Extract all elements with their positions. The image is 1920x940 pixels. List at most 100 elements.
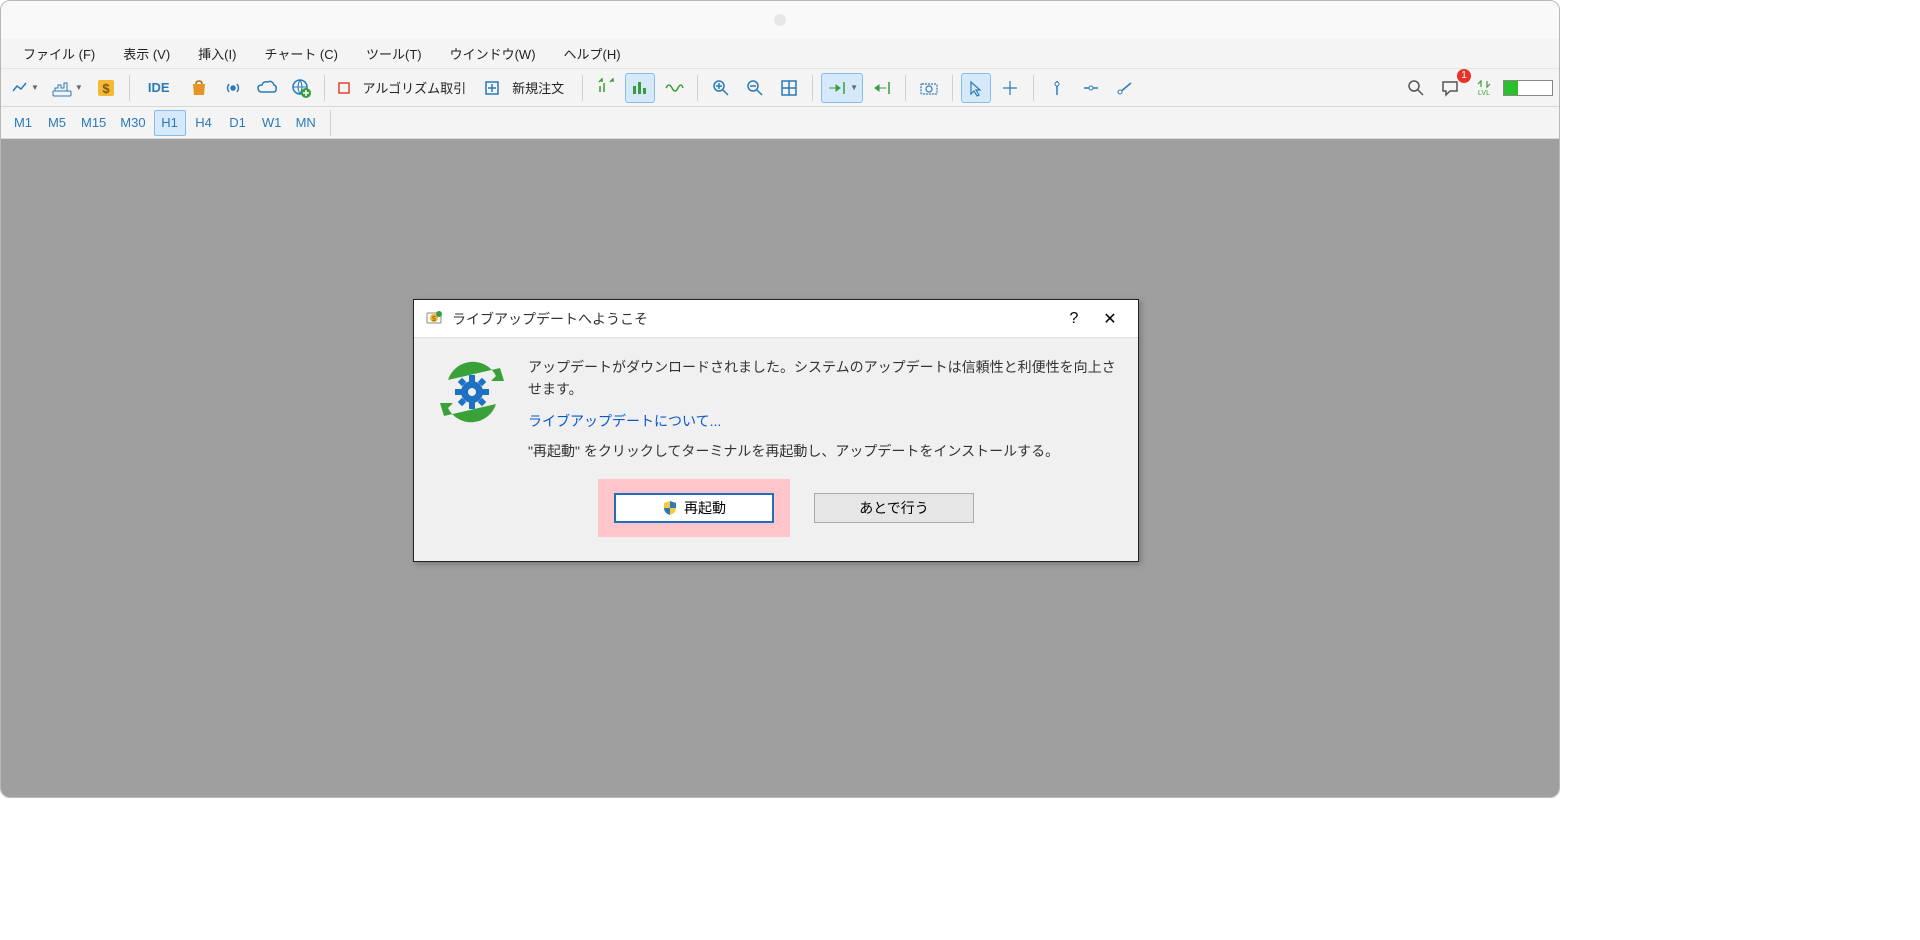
zoom-out-button[interactable] bbox=[740, 73, 770, 103]
vertical-line-button[interactable] bbox=[1042, 73, 1072, 103]
dialog-message: アップデートがダウンロードされました。システムのアップデートは信頼性と利便性を向… bbox=[528, 356, 1116, 401]
chart-shift-button[interactable] bbox=[867, 73, 897, 103]
auto-scroll-button[interactable]: ▼ bbox=[821, 73, 863, 103]
menu-help[interactable]: ヘルプ(H) bbox=[550, 40, 635, 67]
menu-chart[interactable]: チャート (C) bbox=[250, 40, 352, 67]
screenshot-button[interactable] bbox=[914, 73, 944, 103]
zoom-out-icon bbox=[745, 78, 765, 98]
toolbar-separator bbox=[812, 75, 813, 101]
later-button-label: あとで行う bbox=[859, 498, 929, 518]
shopping-bag-icon bbox=[189, 78, 209, 98]
dollar-button[interactable]: $ bbox=[91, 73, 121, 103]
horizontal-line-button[interactable] bbox=[1076, 73, 1106, 103]
stop-icon bbox=[337, 81, 351, 95]
new-order-icon bbox=[484, 80, 500, 96]
svg-text:$: $ bbox=[102, 81, 110, 96]
toolbar-separator bbox=[330, 110, 331, 136]
globe-plus-icon bbox=[290, 77, 312, 99]
dialog-titlebar: $ ライブアップデートへようこそ ? ✕ bbox=[414, 300, 1138, 338]
crosshair-icon bbox=[1001, 79, 1019, 97]
trendline-button[interactable] bbox=[1110, 73, 1140, 103]
dialog-instruction: "再起動" をクリックしてターミナルを再起動し、アップデートをインストールする。 bbox=[528, 441, 1116, 461]
dialog-body: アップデートがダウンロードされました。システムのアップデートは信頼性と利便性を向… bbox=[414, 338, 1138, 561]
menu-tools[interactable]: ツール(T) bbox=[352, 40, 436, 67]
shift-chart-icon bbox=[596, 78, 616, 98]
new-order-button[interactable]: 新規注文 bbox=[480, 73, 574, 103]
menu-insert[interactable]: 挿入(I) bbox=[184, 40, 250, 67]
wave-icon bbox=[664, 78, 684, 98]
oscillator-button[interactable] bbox=[659, 73, 689, 103]
toolbar-separator bbox=[697, 75, 698, 101]
toolbar-separator bbox=[324, 75, 325, 101]
toolbar-separator bbox=[582, 75, 583, 101]
shift-chart-button[interactable] bbox=[591, 73, 621, 103]
signal-button[interactable] bbox=[218, 73, 248, 103]
timeframe-d1[interactable]: D1 bbox=[222, 110, 254, 136]
timeframe-m30[interactable]: M30 bbox=[114, 110, 151, 136]
timeframe-bar: M1 M5 M15 M30 H1 H4 D1 W1 MN bbox=[1, 107, 1559, 139]
toolbar-separator bbox=[129, 75, 130, 101]
restart-button[interactable]: 再起動 bbox=[614, 493, 774, 523]
chart-line-button[interactable]: ▼ bbox=[7, 73, 43, 103]
chart-candlestick-button[interactable]: ▼ bbox=[47, 73, 87, 103]
camera-icon bbox=[918, 78, 940, 98]
app-icon: $ bbox=[424, 309, 444, 329]
level-indicator: LVL bbox=[1469, 73, 1499, 103]
vertical-line-icon bbox=[1048, 79, 1066, 97]
window-titlebar bbox=[1, 1, 1559, 39]
timeframe-m15[interactable]: M15 bbox=[75, 110, 112, 136]
restart-button-highlight: 再起動 bbox=[598, 479, 790, 537]
trendline-icon bbox=[1116, 79, 1134, 97]
search-button[interactable] bbox=[1401, 73, 1431, 103]
timeframe-h4[interactable]: H4 bbox=[188, 110, 220, 136]
shield-icon bbox=[662, 500, 678, 516]
dollar-icon: $ bbox=[96, 78, 116, 98]
menu-file[interactable]: ファイル (F) bbox=[9, 40, 109, 67]
later-button[interactable]: あとで行う bbox=[814, 493, 974, 523]
dialog-close-button[interactable]: ✕ bbox=[1092, 304, 1128, 334]
timeframe-m5[interactable]: M5 bbox=[41, 110, 73, 136]
search-icon bbox=[1407, 79, 1425, 97]
main-toolbar: ▼ ▼ $ IDE アルゴリズム取引 新規注文 bbox=[1, 69, 1559, 107]
connection-status[interactable] bbox=[1503, 80, 1553, 96]
toolbar-separator bbox=[905, 75, 906, 101]
chat-icon bbox=[1440, 78, 1460, 98]
menu-view[interactable]: 表示 (V) bbox=[109, 40, 184, 67]
dropdown-icon: ▼ bbox=[31, 83, 39, 92]
dropdown-icon: ▼ bbox=[850, 83, 858, 92]
dialog-title: ライブアップデートへようこそ bbox=[452, 309, 1056, 329]
horizontal-line-icon bbox=[1082, 79, 1100, 97]
svg-text:$: $ bbox=[432, 316, 436, 323]
timeframe-w1[interactable]: W1 bbox=[256, 110, 288, 136]
timeframe-m1[interactable]: M1 bbox=[7, 110, 39, 136]
timeframe-mn[interactable]: MN bbox=[290, 110, 322, 136]
bar-chart-icon bbox=[630, 78, 650, 98]
zoom-in-button[interactable] bbox=[706, 73, 736, 103]
timeframe-h1[interactable]: H1 bbox=[154, 110, 186, 136]
dialog-about-link[interactable]: ライブアップデートについて... bbox=[528, 411, 721, 431]
grid-button[interactable] bbox=[774, 73, 804, 103]
titlebar-handle-icon bbox=[774, 14, 786, 26]
cloud-icon bbox=[256, 78, 278, 98]
notification-badge: 1 bbox=[1457, 69, 1471, 83]
live-update-dialog: $ ライブアップデートへようこそ ? ✕ アップデートがダウンロードされました。… bbox=[413, 299, 1139, 562]
menu-window[interactable]: ウインドウ(W) bbox=[436, 40, 550, 67]
chart-shift-icon bbox=[872, 78, 892, 98]
cursor-button[interactable] bbox=[961, 73, 991, 103]
signal-icon bbox=[223, 78, 243, 98]
zoom-in-icon bbox=[711, 78, 731, 98]
restart-button-label: 再起動 bbox=[684, 498, 726, 518]
chart-candlestick-icon bbox=[51, 79, 73, 97]
bar-chart-button[interactable] bbox=[625, 73, 655, 103]
crosshair-button[interactable] bbox=[995, 73, 1025, 103]
grid-icon bbox=[779, 78, 799, 98]
ide-button[interactable]: IDE bbox=[138, 73, 180, 103]
algo-trade-button[interactable]: アルゴリズム取引 bbox=[333, 73, 477, 103]
notifications-button[interactable]: 1 bbox=[1435, 73, 1465, 103]
menu-bar: ファイル (F) 表示 (V) 挿入(I) チャート (C) ツール(T) ウイ… bbox=[1, 39, 1559, 69]
market-button[interactable] bbox=[184, 73, 214, 103]
dialog-help-button[interactable]: ? bbox=[1056, 304, 1092, 334]
cursor-icon bbox=[967, 79, 985, 97]
globe-add-button[interactable] bbox=[286, 73, 316, 103]
cloud-button[interactable] bbox=[252, 73, 282, 103]
